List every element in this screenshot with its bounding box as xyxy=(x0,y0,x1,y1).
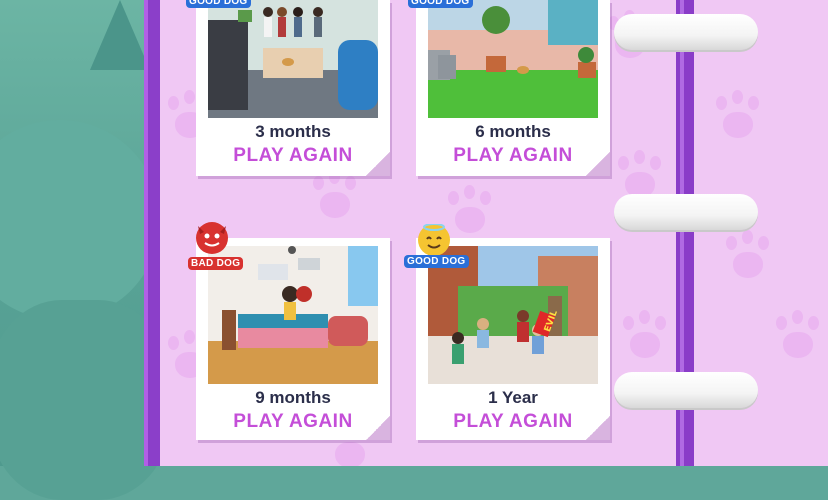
play-again-button[interactable]: PLAY AGAIN xyxy=(416,145,610,167)
paw-print-decoration xyxy=(718,230,778,290)
paw-print-decoration xyxy=(305,170,365,230)
play-again-button[interactable]: PLAY AGAIN xyxy=(416,411,610,433)
bad-dog-badge: BAD DOG xyxy=(188,257,244,270)
card-label: 6 months xyxy=(475,122,551,141)
angel-emoji-icon xyxy=(418,223,450,256)
living-room-scene xyxy=(208,0,378,118)
paw-print-decoration xyxy=(615,310,675,370)
memory-photo xyxy=(208,0,378,118)
paw-print-decoration xyxy=(708,90,768,150)
backyard-scene xyxy=(428,0,598,118)
page-curl xyxy=(586,152,610,176)
tree xyxy=(90,0,150,70)
page-curl xyxy=(366,416,390,440)
devil-emoji-icon xyxy=(196,222,228,254)
page-curl xyxy=(366,152,390,176)
paw-print-decoration xyxy=(768,310,828,370)
memory-photo xyxy=(428,0,598,118)
good-dog-badge: GOOD DOG xyxy=(408,0,473,8)
good-dog-badge: GOOD DOG xyxy=(404,255,469,268)
binder-ring xyxy=(614,14,758,50)
play-again-button[interactable]: PLAY AGAIN xyxy=(196,411,390,433)
memory-card-6-months[interactable]: 6 months PLAY AGAIN xyxy=(416,0,610,176)
binder-ring xyxy=(614,372,758,408)
hill xyxy=(0,120,160,320)
card-label: 3 months xyxy=(255,122,331,141)
binder-ring xyxy=(614,194,758,230)
memory-card-1-year[interactable]: EVIL 1 Year PLAY AGAIN xyxy=(416,238,610,440)
background-scenery xyxy=(0,0,170,500)
card-label: 9 months xyxy=(255,388,331,407)
book-edge xyxy=(148,0,160,466)
play-again-button[interactable]: PLAY AGAIN xyxy=(196,145,390,167)
page-curl xyxy=(586,416,610,440)
card-label: 1 Year xyxy=(488,388,538,407)
memory-card-3-months[interactable]: 3 months PLAY AGAIN xyxy=(196,0,390,176)
good-dog-badge: GOOD DOG xyxy=(186,0,251,8)
